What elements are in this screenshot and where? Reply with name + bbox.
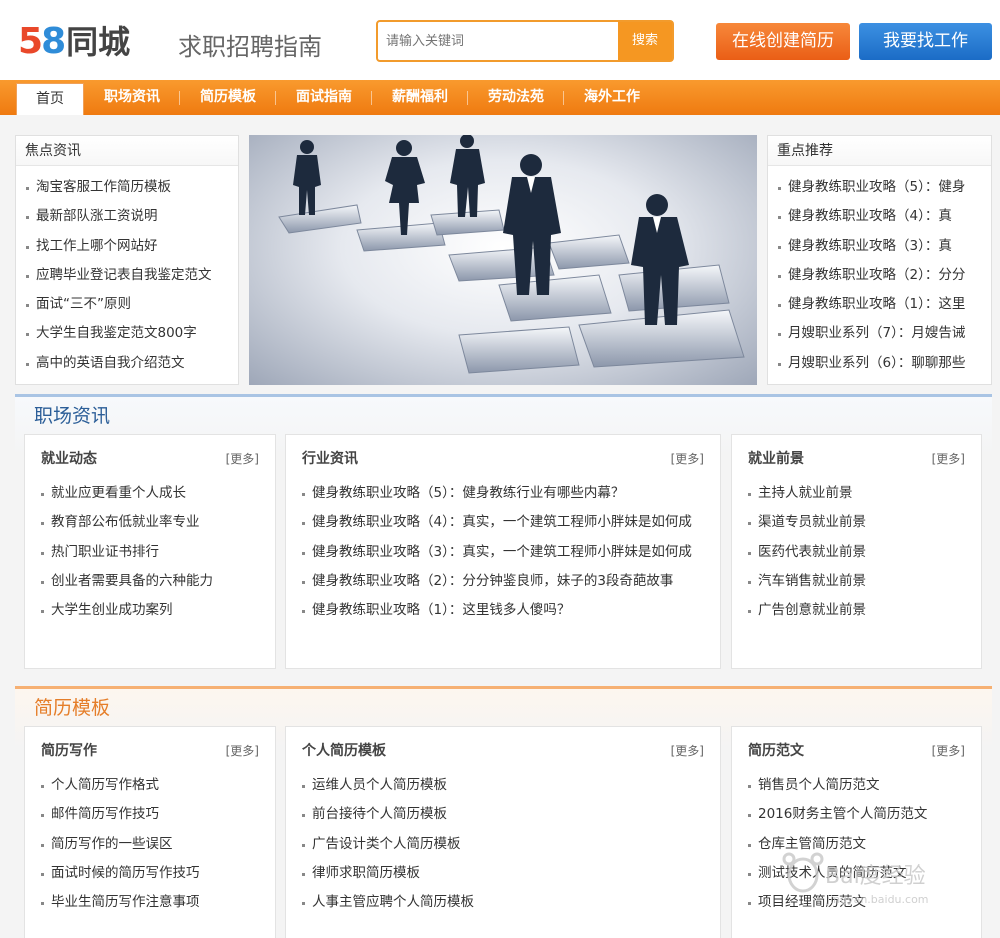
list-item[interactable]: 渠道专员就业前景 [748, 508, 971, 537]
more-link[interactable]: [更多] [932, 743, 965, 759]
logo-number: 58 [18, 21, 66, 62]
list-item[interactable]: 找工作上哪个网站好 [26, 232, 238, 261]
panel-title: 简历写作 [41, 743, 97, 759]
site-logo[interactable]: 58 同城 [18, 22, 130, 62]
section-title: 职场资讯 [34, 405, 111, 427]
list-item[interactable]: 销售员个人简历范文 [748, 771, 971, 800]
list-item[interactable]: 最新部队涨工资说明 [26, 202, 238, 231]
panel-title: 行业资讯 [302, 451, 358, 467]
list-item[interactable]: 健身教练职业攻略（2）：分分钟鉴良师，妹子的3段奇葩故事 [302, 567, 710, 596]
list-item[interactable]: 邮件简历写作技巧 [41, 800, 265, 829]
list-item[interactable]: 简历写作的一些误区 [41, 830, 265, 859]
search-box: 搜索 [376, 20, 674, 62]
more-link[interactable]: [更多] [226, 451, 259, 467]
list-item[interactable]: 个人简历写作格式 [41, 771, 265, 800]
list-item[interactable]: 月嫂职业系列（6）：聊聊那些 [778, 349, 991, 378]
industry-news-panel: 行业资讯 [更多] 健身教练职业攻略（5）：健身教练行业有哪些内幕？ 健身教练职… [285, 434, 721, 669]
create-resume-button[interactable]: 在线创建简历 [716, 23, 850, 60]
list-item[interactable]: 教育部公布低就业率专业 [41, 508, 265, 537]
resume-writing-panel: 简历写作 [更多] 个人简历写作格式 邮件简历写作技巧 简历写作的一些误区 面试… [24, 726, 276, 938]
recommend-box: 重点推荐 健身教练职业攻略（5）：健身 健身教练职业攻略（4）：真 健身教练职业… [767, 135, 992, 385]
more-link[interactable]: [更多] [932, 451, 965, 467]
list-item[interactable]: 大学生创业成功案列 [41, 596, 265, 625]
list-item[interactable]: 健身教练职业攻略（2）：分分 [778, 261, 991, 290]
list-item[interactable]: 主持人就业前景 [748, 479, 971, 508]
list-item[interactable]: 医药代表就业前景 [748, 538, 971, 567]
list-item[interactable]: 广告创意就业前景 [748, 596, 971, 625]
nav-labor-law[interactable]: 劳动法苑 [468, 80, 564, 115]
list-item[interactable]: 健身教练职业攻略（3）：真 [778, 232, 991, 261]
list-item[interactable]: 健身教练职业攻略（3）：真实，一个建筑工程师小胖妹是如何成 [302, 538, 710, 567]
list-item[interactable]: 创业者需要具备的六种能力 [41, 567, 265, 596]
list-item[interactable]: 健身教练职业攻略（4）：真 [778, 202, 991, 231]
list-item[interactable]: 高中的英语自我介绍范文 [26, 349, 238, 378]
nav-overseas-work[interactable]: 海外工作 [564, 80, 660, 115]
list-item[interactable]: 汽车销售就业前景 [748, 567, 971, 596]
list-item[interactable]: 测试技术人员的简历范文 [748, 859, 971, 888]
list-item[interactable]: 应聘毕业登记表自我鉴定范文 [26, 261, 238, 290]
nav-salary-benefits[interactable]: 薪酬福利 [372, 80, 468, 115]
business-puzzle-illustration [278, 135, 745, 374]
section-title: 简历模板 [34, 697, 111, 719]
nav-interview-guide[interactable]: 面试指南 [276, 80, 372, 115]
nav-resume-templates[interactable]: 简历模板 [180, 80, 276, 115]
personal-resume-templates-panel: 个人简历模板 [更多] 运维人员个人简历模板 前台接待个人简历模板 广告设计类个… [285, 726, 721, 938]
employment-news-panel: 就业动态 [更多] 就业应更看重个人成长 教育部公布低就业率专业 热门职业证书排… [24, 434, 276, 669]
more-link[interactable]: [更多] [671, 451, 704, 467]
list-item[interactable]: 健身教练职业攻略（5）：健身教练行业有哪些内幕？ [302, 479, 710, 508]
site-title: 求职招聘指南 [178, 33, 322, 61]
list-item[interactable]: 月嫂职业系列（7）：月嫂告诫 [778, 319, 991, 348]
nav-home[interactable]: 首页 [16, 83, 84, 115]
list-item[interactable]: 2016财务主管个人简历范文 [748, 800, 971, 829]
focus-news-title: 焦点资讯 [16, 136, 238, 166]
list-item[interactable]: 健身教练职业攻略（5）：健身 [778, 173, 991, 202]
list-item[interactable]: 就业应更看重个人成长 [41, 479, 265, 508]
find-job-button[interactable]: 我要找工作 [859, 23, 992, 60]
list-item[interactable]: 热门职业证书排行 [41, 538, 265, 567]
header: 58 同城 求职招聘指南 搜索 在线创建简历 我要找工作 [0, 0, 1000, 80]
more-link[interactable]: [更多] [671, 743, 704, 759]
list-item[interactable]: 大学生自我鉴定范文800字 [26, 319, 238, 348]
list-item[interactable]: 仓库主管简历范文 [748, 830, 971, 859]
list-item[interactable]: 面试时候的简历写作技巧 [41, 859, 265, 888]
list-item[interactable]: 项目经理简历范文 [748, 888, 971, 917]
panel-title: 简历范文 [748, 743, 804, 759]
resume-templates-section: 简历模板 简历写作 [更多] 个人简历写作格式 邮件简历写作技巧 简历写作的一些… [15, 686, 992, 938]
resume-samples-panel: 简历范文 [更多] 销售员个人简历范文 2016财务主管个人简历范文 仓库主管简… [731, 726, 982, 938]
career-news-section: 职场资讯 就业动态 [更多] 就业应更看重个人成长 教育部公布低就业率专业 热门… [15, 394, 992, 676]
banner-image[interactable] [249, 135, 757, 385]
list-item[interactable]: 前台接待个人简历模板 [302, 800, 710, 829]
more-link[interactable]: [更多] [226, 743, 259, 759]
panel-title: 个人简历模板 [302, 743, 386, 759]
list-item[interactable]: 健身教练职业攻略（1）：这里 [778, 290, 991, 319]
employment-outlook-panel: 就业前景 [更多] 主持人就业前景 渠道专员就业前景 医药代表就业前景 汽车销售… [731, 434, 982, 669]
focus-news-box: 焦点资讯 淘宝客服工作简历模板 最新部队涨工资说明 找工作上哪个网站好 应聘毕业… [15, 135, 239, 385]
nav-career-news[interactable]: 职场资讯 [84, 80, 180, 115]
list-item[interactable]: 运维人员个人简历模板 [302, 771, 710, 800]
list-item[interactable]: 毕业生简历写作注意事项 [41, 888, 265, 917]
recommend-title: 重点推荐 [768, 136, 991, 166]
search-button[interactable]: 搜索 [618, 22, 672, 60]
list-item[interactable]: 淘宝客服工作简历模板 [26, 173, 238, 202]
list-item[interactable]: 健身教练职业攻略（1）：这里钱多人傻吗？ [302, 596, 710, 625]
panel-title: 就业动态 [41, 451, 97, 467]
list-item[interactable]: 律师求职简历模板 [302, 859, 710, 888]
main-nav: 首页 职场资讯 简历模板 面试指南 薪酬福利 劳动法苑 海外工作 [0, 80, 1000, 115]
list-item[interactable]: 人事主管应聘个人简历模板 [302, 888, 710, 917]
list-item[interactable]: 健身教练职业攻略（4）：真实，一个建筑工程师小胖妹是如何成 [302, 508, 710, 537]
panel-title: 就业前景 [748, 451, 804, 467]
logo-text: 同城 [66, 23, 131, 61]
list-item[interactable]: 广告设计类个人简历模板 [302, 830, 710, 859]
list-item[interactable]: 面试“三不”原则 [26, 290, 238, 319]
search-input[interactable] [378, 22, 620, 60]
